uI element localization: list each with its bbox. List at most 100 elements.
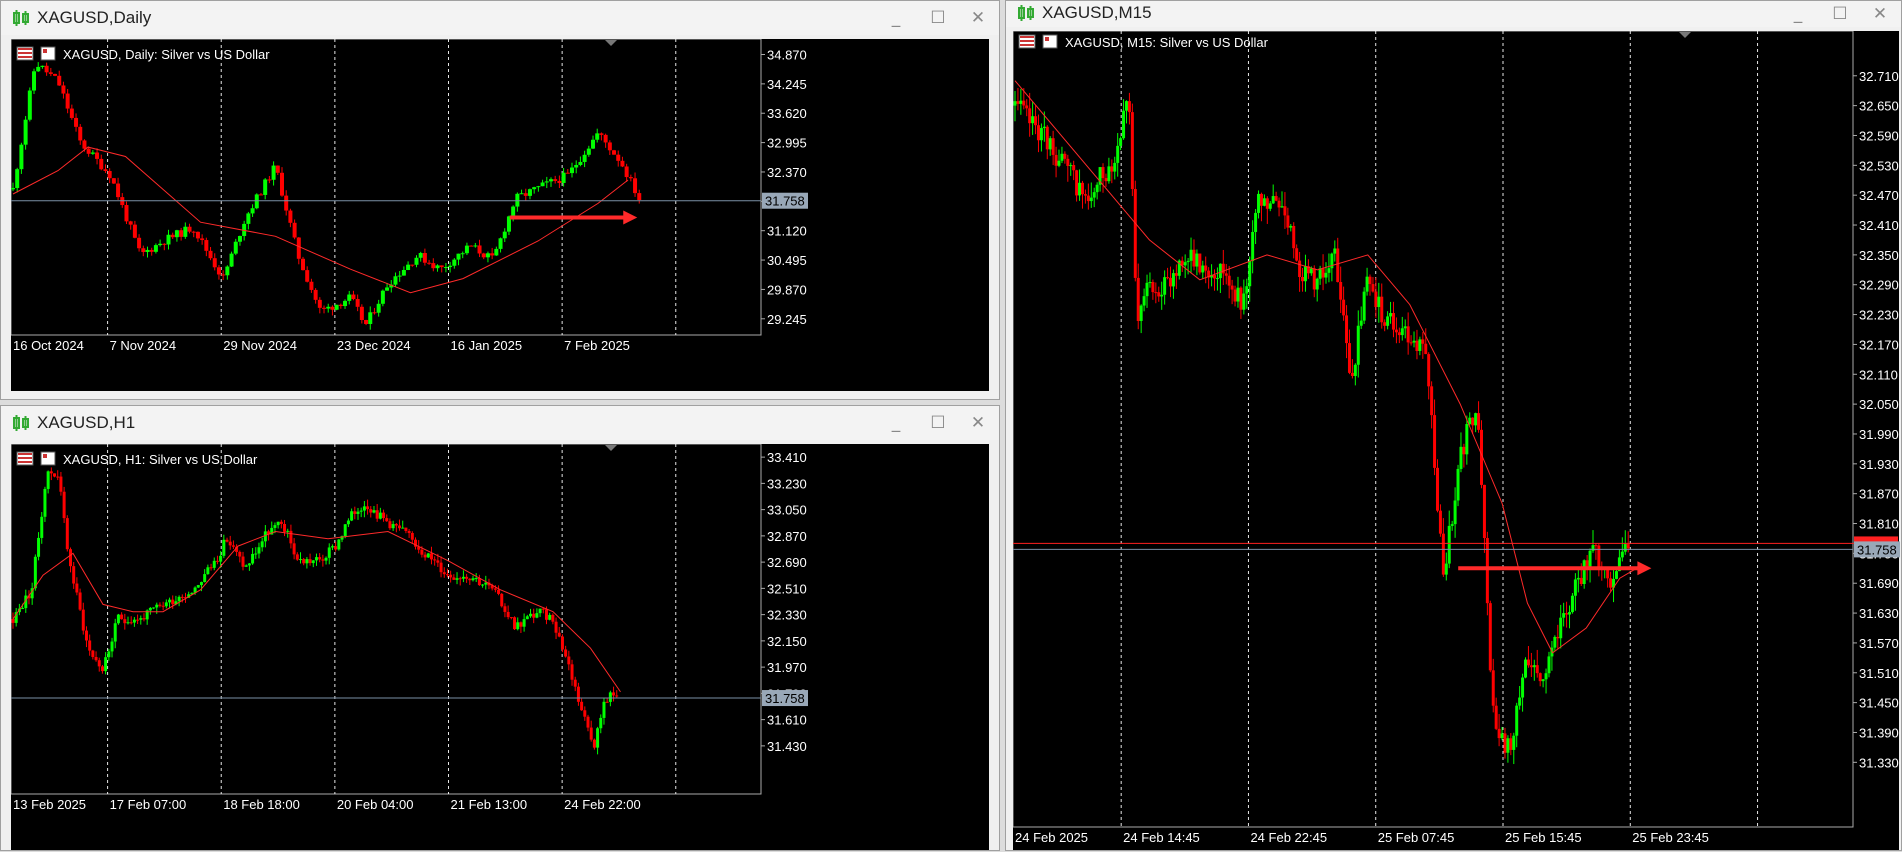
candle-body [343, 524, 347, 537]
candle-body [152, 607, 156, 609]
y-tick-label: 32.590 [1859, 128, 1899, 143]
y-tick-label: 32.110 [1859, 367, 1898, 382]
candle-body [313, 289, 318, 300]
candle-body [1254, 212, 1258, 232]
chart-svg-daily[interactable]: 16 Oct 2024 7 Nov 2024 29 Nov 2024 23 Dec 2… [11, 39, 989, 393]
candle-body [506, 611, 510, 618]
chart-daily[interactable]: 16 Oct 2024 7 Nov 2024 29 Nov 2024 23 Dec 2… [11, 39, 989, 391]
candle-body [464, 245, 469, 254]
candle-body [94, 656, 98, 661]
x-tick-label: 16 Jan 2025 [451, 338, 523, 353]
candle-body [11, 188, 15, 190]
chart-svg-h1[interactable]: 13 Feb 2025 17 Feb 07:00 18 Feb 18:00 20 Fe… [11, 444, 989, 852]
candle-body [1122, 110, 1126, 139]
candle-body [208, 250, 213, 259]
candle-body [126, 622, 130, 624]
close-button[interactable]: ✕ [1865, 1, 1895, 27]
candle-body [212, 258, 217, 268]
candle-body [132, 619, 136, 623]
candle-body [1078, 182, 1082, 196]
candle-body [1400, 328, 1404, 336]
candle-body [1614, 571, 1618, 579]
candle-body [605, 701, 609, 703]
candle-body [628, 177, 633, 179]
candle-body [388, 521, 392, 529]
candle-body [1224, 273, 1228, 276]
candle-body [1048, 138, 1052, 150]
candle-body [110, 641, 114, 652]
candle-body [19, 144, 24, 170]
chart-h1[interactable]: 13 Feb 2025 17 Feb 07:00 18 Feb 18:00 20 Fe… [11, 444, 989, 850]
candle-body [393, 276, 398, 285]
candle-body [1435, 467, 1439, 511]
candle-body [1227, 275, 1231, 286]
titlebar-daily[interactable]: XAGUSD,Daily _ ☐ ✕ [1, 1, 999, 35]
close-button[interactable]: ✕ [963, 410, 993, 436]
candle-body [1482, 484, 1486, 539]
maximize-button[interactable]: ☐ [1825, 1, 1855, 27]
candle-body [385, 518, 389, 522]
candle-body [1626, 544, 1630, 549]
window-title: XAGUSD,M15 [1042, 3, 1152, 22]
candle-body [1441, 533, 1445, 575]
y-tick-label: 31.690 [1859, 576, 1899, 591]
candle-body [1171, 273, 1175, 287]
candle-body [502, 231, 507, 239]
candle-body [1591, 545, 1595, 551]
candle-body [1160, 294, 1164, 297]
candle-body [578, 161, 583, 165]
candle-body [308, 559, 312, 564]
window-daily[interactable]: XAGUSD,Daily _ ☐ ✕ 16 Oct 2024 7 Nov 2024… [0, 0, 1000, 400]
candle-body [299, 559, 302, 561]
chart-m15[interactable]: 24 Feb 2025 24 Feb 14:45 24 Feb 22:45 25 Fe… [1013, 31, 1901, 852]
candle-body [494, 248, 499, 256]
candle-body [90, 152, 95, 154]
titlebar-h1[interactable]: XAGUSD,H1 _ ☐ ✕ [1, 406, 999, 440]
candle-body [513, 617, 517, 630]
candle-body [1365, 276, 1369, 292]
candle-body [1430, 386, 1434, 416]
window-h1[interactable]: XAGUSD,H1 _ ☐ ✕ 13 Feb 2025 17 Feb 07:00 1… [0, 405, 1000, 851]
candle-body [592, 739, 596, 748]
candle-body [302, 559, 306, 564]
candle-body [1075, 170, 1079, 196]
candle-body [295, 554, 299, 560]
candle-body [1318, 268, 1322, 279]
close-button[interactable]: ✕ [963, 5, 993, 31]
candle-body [461, 576, 465, 579]
candle-body [1579, 577, 1583, 584]
y-tick-label: 31.390 [1859, 725, 1899, 740]
candle-body [183, 226, 188, 237]
candle-body [1289, 225, 1293, 228]
chart-svg-m15[interactable]: 24 Feb 2025 24 Feb 14:45 24 Feb 22:45 25 Fe… [1013, 31, 1901, 852]
candle-body [407, 530, 411, 533]
candle-body [435, 265, 440, 269]
candle-body [1568, 612, 1572, 615]
minimize-button[interactable]: _ [881, 5, 911, 31]
minimize-button[interactable]: _ [881, 410, 911, 436]
maximize-button[interactable]: ☐ [923, 410, 953, 436]
maximize-button[interactable]: ☐ [923, 5, 953, 31]
titlebar-m15[interactable]: XAGUSD,M15 _ ☐ ✕ [1006, 1, 1901, 27]
candle-body [570, 167, 575, 174]
candle-body [33, 556, 37, 589]
candle-body [166, 234, 171, 245]
candle-body [148, 607, 152, 611]
candle-body [1204, 265, 1208, 271]
candle-body [215, 560, 219, 562]
candle-body [452, 577, 456, 580]
candle-body [84, 630, 88, 641]
minimize-button[interactable]: _ [1783, 1, 1813, 27]
candle-body [1265, 198, 1269, 209]
candle-body [1259, 193, 1263, 206]
candle-body [65, 518, 69, 550]
candle-body [187, 226, 192, 232]
window-m15[interactable]: XAGUSD,M15 _ ☐ ✕ 24 Feb 2025 24 Feb 14:45… [1005, 0, 1902, 851]
candle-body [343, 300, 348, 307]
candle-body [286, 530, 290, 532]
candle-body [314, 557, 318, 561]
candle-body [364, 320, 369, 324]
candle-body [406, 264, 411, 271]
candle-body [228, 541, 232, 546]
trend-arrow-head [623, 210, 638, 225]
